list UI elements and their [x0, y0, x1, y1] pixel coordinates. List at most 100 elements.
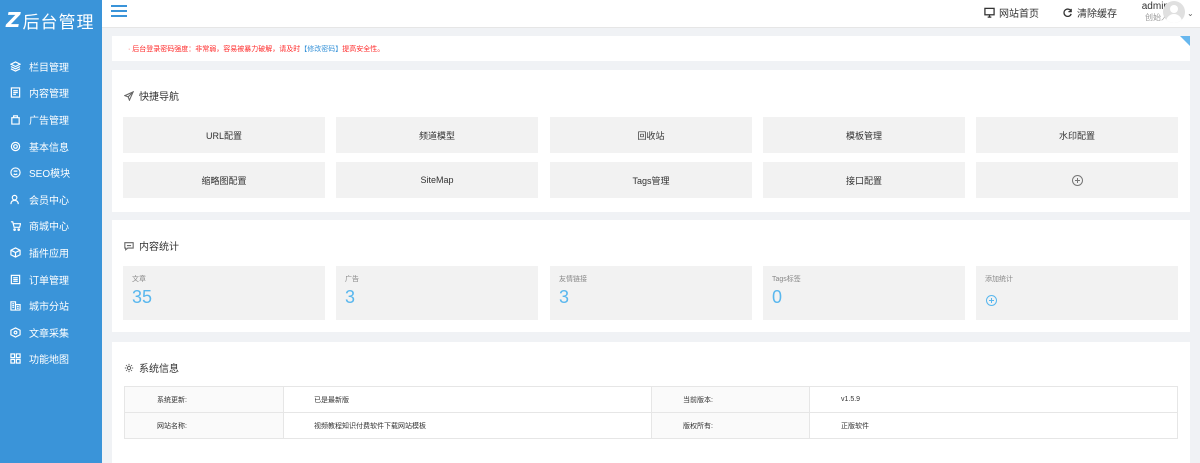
sidebar-item-basic-info[interactable]: 基本信息	[0, 133, 102, 160]
info-key: 当前版本:	[651, 386, 810, 413]
notice-message: 后台登录密码强度：非常弱，容易被暴力破解，请及时	[132, 46, 301, 53]
change-password-link[interactable]: 【修改密码】	[300, 46, 342, 53]
sidebar-item-content[interactable]: 内容管理	[0, 80, 102, 107]
quick-channel-model[interactable]: 频道模型	[336, 117, 538, 153]
menu-toggle-icon[interactable]	[111, 5, 127, 19]
sidebar-item-label: 商城中心	[29, 222, 69, 234]
stat-label: 文章	[132, 276, 146, 283]
sidebar-item-orders[interactable]: 订单管理	[0, 266, 102, 293]
sidebar-item-members[interactable]: 会员中心	[0, 186, 102, 213]
avatar[interactable]	[1163, 1, 1185, 23]
quick-watermark-config[interactable]: 水印配置	[976, 117, 1178, 153]
layers-icon	[9, 60, 21, 72]
add-stat-button[interactable]: 添加统计	[976, 266, 1178, 320]
sidebar-item-column[interactable]: 栏目管理	[0, 53, 102, 80]
sidebar-item-label: 文章采集	[29, 328, 69, 340]
site-home-label: 网站首页	[999, 9, 1039, 20]
plugin-icon	[9, 246, 21, 258]
quick-nav-heading: 快捷导航	[124, 88, 179, 103]
sidebar-item-label: 插件应用	[29, 248, 69, 260]
corner-marker-icon	[1180, 36, 1190, 46]
logo[interactable]: Z 后台管理	[0, 0, 102, 40]
sidebar-item-label: 内容管理	[29, 89, 69, 101]
plus-circle-icon	[986, 295, 997, 306]
send-icon	[124, 90, 134, 101]
seo-icon	[9, 167, 21, 179]
sidebar-item-label: 会员中心	[29, 195, 69, 207]
table-row: 网站名称: 视频教程知识付费软件下载网站模板 版权所有: 正版软件	[124, 412, 1178, 439]
stat-label: 友情链接	[559, 276, 587, 283]
quick-sitemap[interactable]: SiteMap	[336, 162, 538, 198]
info-key: 版权所有:	[651, 412, 810, 439]
notice-bullet: ·	[128, 46, 131, 53]
stat-label: 广告	[345, 276, 359, 283]
system-info-table: 系统更新: 已是最新版 当前版本: v1.5.9 网站名称: 视频教程知识付费软…	[124, 386, 1178, 439]
logo-mark: Z	[6, 8, 20, 32]
user-menu[interactable]: admin 创始人	[1119, 1, 1169, 23]
info-value: 已是最新版	[283, 386, 652, 413]
info-value: 正版软件	[809, 412, 1178, 439]
user-role: 创始人	[1145, 13, 1169, 22]
chat-icon	[124, 241, 134, 251]
content-stats-panel: 内容统计 文章 35 广告 3 友情链接 3 Tags标签 0 添加统计	[112, 220, 1190, 332]
info-value: 视频教程知识付费软件下载网站模板	[283, 412, 652, 439]
system-info-title: 系统信息	[139, 364, 179, 375]
notice-message-end: 提高安全性。	[342, 46, 385, 53]
document-icon	[9, 87, 21, 99]
stat-ads[interactable]: 广告 3	[336, 266, 538, 320]
notice-text: · 后台登录密码强度：非常弱，容易被暴力破解，请及时【修改密码】提高安全性。	[128, 44, 384, 54]
sidebar-item-label: 广告管理	[29, 115, 69, 127]
quick-tags-manage[interactable]: Tags管理	[550, 162, 752, 198]
stat-articles[interactable]: 文章 35	[123, 266, 325, 320]
chevron-down-icon[interactable]: ⌄	[1187, 9, 1194, 18]
add-stat-label: 添加统计	[985, 276, 1013, 283]
quick-nav-panel: 快捷导航 URL配置 频道模型 回收站 模板管理 水印配置 缩略图配置 Site…	[112, 70, 1190, 212]
sidebar-item-sitemap[interactable]: 功能地图	[0, 346, 102, 373]
table-row: 系统更新: 已是最新版 当前版本: v1.5.9	[124, 386, 1178, 413]
quick-recycle-bin[interactable]: 回收站	[550, 117, 752, 153]
stat-tags[interactable]: Tags标签 0	[763, 266, 965, 320]
top-header: 网站首页 清除缓存 admin 创始人 ⌄	[102, 0, 1200, 28]
stat-label: Tags标签	[772, 276, 801, 283]
grid-icon	[9, 353, 21, 365]
refresh-icon	[1063, 8, 1072, 18]
sidebar-item-ads[interactable]: 广告管理	[0, 106, 102, 133]
ad-icon	[9, 113, 21, 125]
gear-icon	[124, 363, 134, 372]
sidebar-item-shop[interactable]: 商城中心	[0, 213, 102, 240]
monitor-icon	[984, 7, 995, 18]
city-icon	[9, 300, 21, 312]
collect-icon	[9, 326, 21, 338]
content-stats-title: 内容统计	[139, 242, 179, 253]
sidebar: Z 后台管理 栏目管理 内容管理 广告管理 基本信息 SEO模块 会员中心 商城…	[0, 0, 102, 463]
stat-value: 3	[345, 287, 356, 307]
clear-cache-label: 清除缓存	[1077, 9, 1117, 20]
quick-template-manage[interactable]: 模板管理	[763, 117, 965, 153]
plus-circle-icon	[1071, 174, 1083, 186]
quick-add-button[interactable]	[976, 162, 1178, 198]
stat-links[interactable]: 友情链接 3	[550, 266, 752, 320]
site-home-link[interactable]: 网站首页	[984, 5, 1039, 20]
password-notice: · 后台登录密码强度：非常弱，容易被暴力破解，请及时【修改密码】提高安全性。	[112, 36, 1190, 61]
sidebar-item-label: 基本信息	[29, 142, 69, 154]
sidebar-item-collect[interactable]: 文章采集	[0, 319, 102, 346]
stat-value: 0	[772, 287, 783, 307]
system-info-panel: 系统信息 系统更新: 已是最新版 当前版本: v1.5.9 网站名称: 视频教程…	[112, 342, 1190, 463]
sidebar-item-city[interactable]: 城市分站	[0, 292, 102, 319]
quick-api-config[interactable]: 接口配置	[763, 162, 965, 198]
cart-icon	[9, 220, 21, 232]
sidebar-item-plugins[interactable]: 插件应用	[0, 239, 102, 266]
quick-url-config[interactable]: URL配置	[123, 117, 325, 153]
sidebar-item-label: 订单管理	[29, 275, 69, 287]
info-value: v1.5.9	[809, 386, 1178, 413]
user-icon	[9, 193, 21, 205]
user-name: admin	[1141, 1, 1169, 12]
system-info-heading: 系统信息	[124, 360, 179, 375]
sidebar-item-seo[interactable]: SEO模块	[0, 159, 102, 186]
content-stats-heading: 内容统计	[124, 238, 179, 253]
info-key: 网站名称:	[124, 412, 284, 439]
clear-cache-link[interactable]: 清除缓存	[1062, 5, 1117, 20]
sidebar-item-label: 栏目管理	[29, 62, 69, 74]
quick-thumbnail-config[interactable]: 缩略图配置	[123, 162, 325, 198]
gear-icon	[9, 140, 21, 152]
